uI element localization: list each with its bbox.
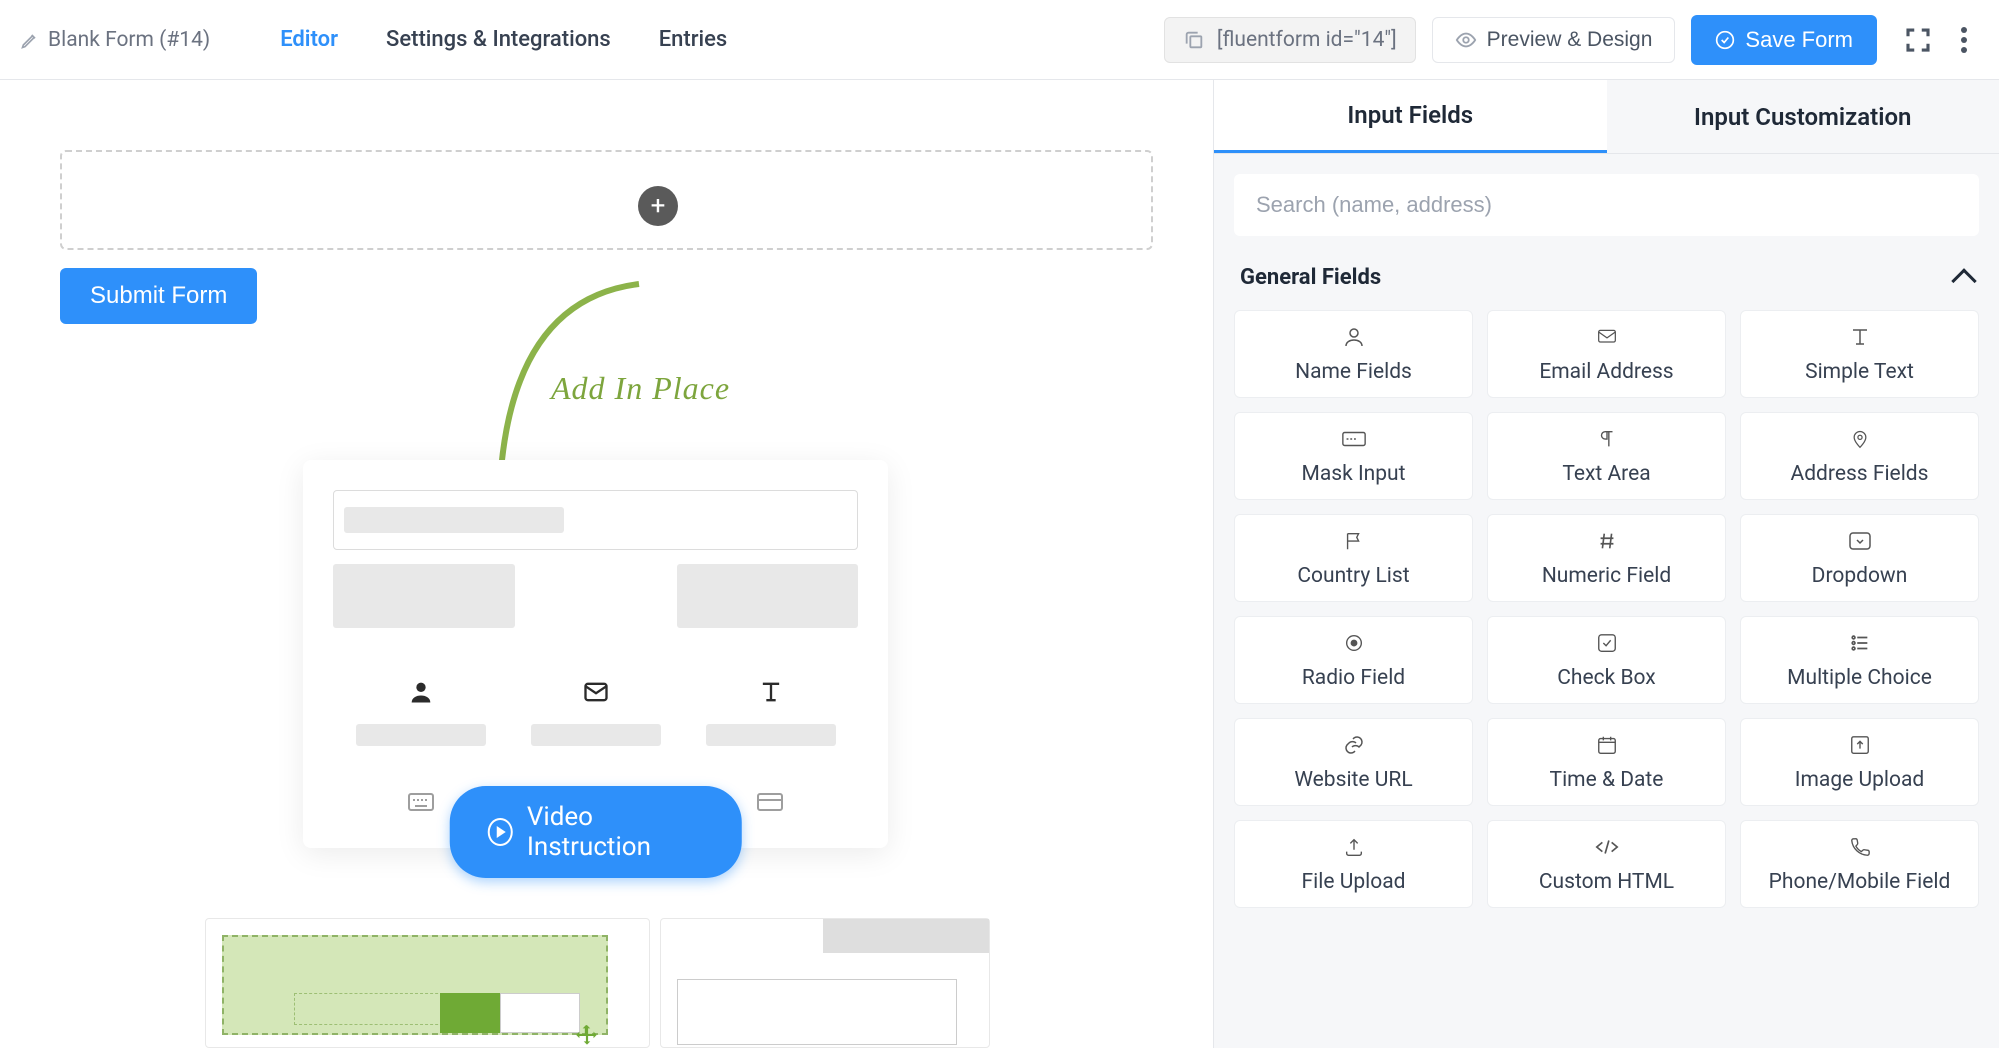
field-dropdown[interactable]: Dropdown <box>1740 514 1979 602</box>
save-form-button[interactable]: Save Form <box>1691 15 1877 65</box>
add-field-button[interactable]: + <box>638 186 678 226</box>
card-icon <box>756 790 784 814</box>
field-website-url[interactable]: Website URL <box>1234 718 1473 806</box>
text-icon <box>1847 324 1873 350</box>
mail-icon <box>1594 324 1620 350</box>
phone-icon <box>1847 834 1873 860</box>
preview-design-button[interactable]: Preview & Design <box>1432 17 1676 63</box>
field-multiple-choice[interactable]: Multiple Choice <box>1740 616 1979 704</box>
field-label: Phone/Mobile Field <box>1769 870 1951 894</box>
add-in-place-label: Add In Place <box>551 370 730 407</box>
field-name-fields[interactable]: Name Fields <box>1234 310 1473 398</box>
field-label: Email Address <box>1539 360 1673 384</box>
field-phone-mobile-field[interactable]: Phone/Mobile Field <box>1740 820 1979 908</box>
field-label: Image Upload <box>1795 768 1924 792</box>
field-label: Text Area <box>1562 462 1650 486</box>
hash-icon <box>1594 528 1620 554</box>
field-file-upload[interactable]: File Upload <box>1234 820 1473 908</box>
field-label: Time & Date <box>1550 768 1664 792</box>
play-icon <box>487 818 513 846</box>
fullscreen-icon[interactable] <box>1903 25 1933 55</box>
move-icon <box>574 1023 600 1048</box>
paragraph-icon <box>1594 426 1620 452</box>
submit-form-button[interactable]: Submit Form <box>60 268 257 324</box>
field-mask-input[interactable]: Mask Input <box>1234 412 1473 500</box>
section-general-fields[interactable]: General Fields <box>1240 264 1973 290</box>
field-label: Website URL <box>1294 768 1412 792</box>
field-label: Address Fields <box>1791 462 1929 486</box>
mail-icon <box>582 678 610 706</box>
field-label: Dropdown <box>1812 564 1908 588</box>
fields-grid: Name Fields Email Address Simple Text Mask … <box>1234 310 1979 908</box>
user-icon <box>407 678 435 706</box>
field-label: Simple Text <box>1805 360 1914 384</box>
tab-input-customization[interactable]: Input Customization <box>1607 80 1999 153</box>
field-email-address[interactable]: Email Address <box>1487 310 1726 398</box>
tab-settings[interactable]: Settings & Integrations <box>386 27 611 52</box>
field-custom-html[interactable]: Custom HTML <box>1487 820 1726 908</box>
main-tabs: Editor Settings & Integrations Entries <box>280 27 727 52</box>
copy-icon <box>1183 29 1205 51</box>
topbar: Blank Form (#14) Editor Settings & Integ… <box>0 0 1999 80</box>
save-label: Save Form <box>1745 27 1853 53</box>
field-label: File Upload <box>1302 870 1406 894</box>
flag-icon <box>1341 528 1367 554</box>
section-label: General Fields <box>1240 265 1381 290</box>
user-icon <box>1341 324 1367 350</box>
more-menu-icon[interactable] <box>1949 25 1979 55</box>
shortcode-box[interactable]: [fluentform id="14"] <box>1164 17 1416 63</box>
shortcode-text: [fluentform id="14"] <box>1217 28 1397 52</box>
tab-entries[interactable]: Entries <box>659 27 728 52</box>
field-radio-field[interactable]: Radio Field <box>1234 616 1473 704</box>
field-numeric-field[interactable]: Numeric Field <box>1487 514 1726 602</box>
code-icon <box>1594 834 1620 860</box>
field-address-fields[interactable]: Address Fields <box>1740 412 1979 500</box>
field-image-upload[interactable]: Image Upload <box>1740 718 1979 806</box>
list-icon <box>1847 630 1873 656</box>
link-icon <box>1341 732 1367 758</box>
search-input[interactable] <box>1234 174 1979 236</box>
field-label: Numeric Field <box>1542 564 1671 588</box>
mock-form-illustration: Video Instruction <box>303 460 888 848</box>
keyboard-icon <box>407 790 435 814</box>
radio-icon <box>1341 630 1367 656</box>
field-text-area[interactable]: Text Area <box>1487 412 1726 500</box>
field-simple-text[interactable]: Simple Text <box>1740 310 1979 398</box>
field-label: Name Fields <box>1295 360 1412 384</box>
preview-label: Preview & Design <box>1487 28 1653 52</box>
dropdown-icon <box>1847 528 1873 554</box>
calendar-icon <box>1594 732 1620 758</box>
form-title[interactable]: Blank Form (#14) <box>20 28 210 52</box>
check-circle-icon <box>1715 30 1735 50</box>
chevron-up-icon <box>1951 268 1976 293</box>
canvas-area: + Submit Form Add In Place <box>0 80 1213 1048</box>
pin-icon <box>1847 426 1873 452</box>
right-sidebar: Input Fields Input Customization General… <box>1213 80 1999 1048</box>
thumb-drag <box>205 918 650 1048</box>
field-label: Custom HTML <box>1539 870 1674 894</box>
field-label: Radio Field <box>1302 666 1405 690</box>
tab-editor[interactable]: Editor <box>280 27 338 52</box>
tab-input-fields[interactable]: Input Fields <box>1214 80 1607 153</box>
thumb-select <box>660 918 990 1048</box>
pencil-icon <box>20 30 40 50</box>
check-icon <box>1594 630 1620 656</box>
video-label: Video Instruction <box>527 802 704 862</box>
eye-icon <box>1455 29 1477 51</box>
field-label: Country List <box>1297 564 1409 588</box>
field-time-date[interactable]: Time & Date <box>1487 718 1726 806</box>
mask-icon <box>1341 426 1367 452</box>
text-icon <box>757 678 785 706</box>
field-check-box[interactable]: Check Box <box>1487 616 1726 704</box>
field-label: Mask Input <box>1302 462 1406 486</box>
field-country-list[interactable]: Country List <box>1234 514 1473 602</box>
upload-icon <box>1341 834 1367 860</box>
field-label: Multiple Choice <box>1787 666 1932 690</box>
field-label: Check Box <box>1557 666 1655 690</box>
video-instruction-button[interactable]: Video Instruction <box>449 786 742 878</box>
form-title-text: Blank Form (#14) <box>48 28 210 52</box>
illustration-thumbs <box>205 918 990 1048</box>
form-dropzone[interactable]: + <box>60 150 1153 250</box>
image-up-icon <box>1847 732 1873 758</box>
